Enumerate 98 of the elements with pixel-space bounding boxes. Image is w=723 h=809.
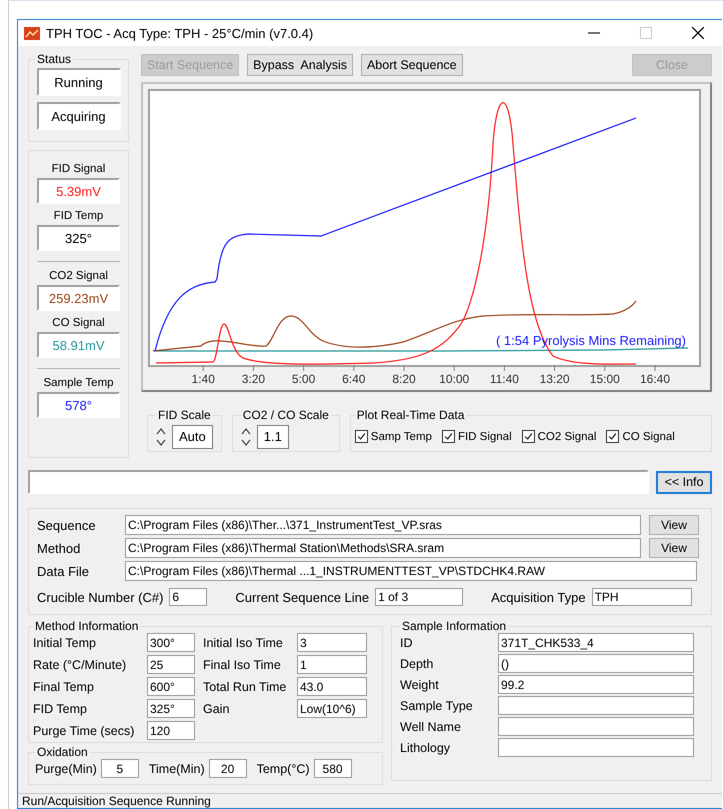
text-field[interactable]: Low(10^6) xyxy=(297,699,367,718)
field-label: Well Name xyxy=(400,720,462,734)
group-label: Method Information xyxy=(34,619,140,633)
signal-value-field: 58.91mV xyxy=(37,332,120,358)
x-tick-label: 11:40 xyxy=(490,372,519,386)
group-label: CO2 / CO Scale xyxy=(242,408,330,422)
window-title: TPH TOC - Acq Type: TPH - 25°C/min (v7.0.4) xyxy=(46,26,314,40)
field-label: Sample Type xyxy=(400,698,474,712)
text-field[interactable]: 25 xyxy=(147,655,195,674)
x-tick-label: 8:20 xyxy=(392,372,416,386)
field-label: Initial Iso Time xyxy=(203,636,284,650)
x-tick-label: 13:20 xyxy=(540,372,570,386)
field-label: Weight xyxy=(400,678,440,692)
checkbox-label[interactable]: CO2 Signal xyxy=(538,430,596,442)
checkbox[interactable] xyxy=(354,430,368,443)
x-tick-label: 16:40 xyxy=(640,372,670,386)
signal-label: FID Signal xyxy=(52,163,106,175)
checkbox[interactable] xyxy=(442,430,455,443)
x-tick-label: 5:00 xyxy=(292,372,316,386)
field-label: Data File xyxy=(37,564,90,578)
field-label: Purge(Min) xyxy=(35,762,97,776)
signal-label: CO2 Signal xyxy=(49,270,108,282)
field-label: Rate (°C/Minute) xyxy=(33,658,128,672)
field-label: Method xyxy=(37,540,82,556)
spinner-icon[interactable] xyxy=(156,426,166,446)
text-field[interactable] xyxy=(498,717,694,736)
field-label: Final Iso Time xyxy=(203,658,282,672)
field-label: Gain xyxy=(203,702,230,716)
text-field[interactable] xyxy=(498,738,694,757)
text-field[interactable]: 325° xyxy=(147,699,195,718)
field-label: FID Temp xyxy=(33,702,88,716)
toolbar-button[interactable]: Bypass Analysis xyxy=(247,54,353,76)
signal-value-field: 578° xyxy=(37,392,120,418)
text-field[interactable]: 580 xyxy=(314,759,352,778)
text-field[interactable]: 3 xyxy=(297,633,367,652)
signal-label: FID Temp xyxy=(54,210,104,222)
info-button[interactable]: << Info xyxy=(656,470,712,494)
path-field[interactable]: C:\Program Files (x86)\Thermal Station\Methods\SRA.sram xyxy=(125,538,641,558)
text-field[interactable]: TPH xyxy=(592,588,692,606)
field-label: Time(Min) xyxy=(148,762,205,776)
path-field[interactable]: C:\Program Files (x86)\Thermal ...1_INSTRUMENTTEST_VP\STDCHK4.RAW xyxy=(125,561,697,581)
x-tick-label: 1:40 xyxy=(192,372,215,386)
field-label: Initial Temp xyxy=(33,636,97,650)
app-icon xyxy=(24,26,40,40)
x-tick-label: 6:40 xyxy=(342,372,366,386)
text-field[interactable]: 1 of 3 xyxy=(375,588,464,606)
checkbox[interactable] xyxy=(606,430,620,443)
field-label: Depth xyxy=(400,656,434,670)
group-label: Plot Real-Time Data xyxy=(356,408,466,422)
signal-value-field: 259.23mV xyxy=(37,285,120,311)
text-field[interactable]: 20 xyxy=(208,759,247,778)
close-icon[interactable] xyxy=(692,27,704,39)
text-field[interactable]: 5 xyxy=(100,759,139,778)
signal-label: CO Signal xyxy=(52,317,105,329)
text-field[interactable]: 6 xyxy=(169,588,208,606)
signal-value-field: 5.39mV xyxy=(37,178,120,204)
status-field: Running xyxy=(36,68,120,96)
status-bar: Run/Acquisition Sequence Running xyxy=(18,793,722,808)
field-label: Temp(°C) xyxy=(256,762,310,776)
field-label: ID xyxy=(400,636,414,650)
checkbox-label[interactable]: FID Signal xyxy=(458,430,512,442)
scale-field[interactable]: 1.1 xyxy=(256,424,289,448)
view-button[interactable]: View xyxy=(649,515,699,535)
group-label: Oxidation xyxy=(36,745,89,759)
text-field[interactable]: 99.2 xyxy=(498,675,694,694)
text-field[interactable]: 371T_CHK533_4 xyxy=(498,633,694,652)
field-label: Final Temp xyxy=(33,680,95,694)
checkbox-label[interactable]: Samp Temp xyxy=(370,430,432,442)
status-field: Acquiring xyxy=(36,102,120,130)
group-label: Sample Information xyxy=(401,619,508,633)
toolbar-button[interactable]: Abort Sequence xyxy=(360,54,463,76)
text-field[interactable] xyxy=(498,696,694,715)
text-field[interactable]: () xyxy=(498,654,694,673)
x-tick-label: 15:00 xyxy=(590,372,620,386)
field-label: Lithology xyxy=(400,740,452,754)
text-field[interactable]: 1 xyxy=(297,655,367,674)
text-field[interactable]: 43.0 xyxy=(297,677,367,696)
spinner-icon[interactable] xyxy=(240,426,251,446)
x-tick-label: 10:00 xyxy=(439,372,470,386)
signal-label: Sample Temp xyxy=(43,377,114,389)
text-field[interactable]: 600° xyxy=(147,677,195,696)
scale-field[interactable]: Auto xyxy=(172,424,213,448)
field-label: Acquisition Type xyxy=(491,590,586,604)
field-label: Purge Time (secs) xyxy=(33,724,136,738)
field-label: Current Sequence Line xyxy=(235,590,370,604)
view-button[interactable]: View xyxy=(649,538,699,558)
group-label: FID Scale xyxy=(157,408,212,422)
field-label: Total Run Time xyxy=(203,680,288,694)
x-tick-label: 3:20 xyxy=(242,372,266,386)
checkbox[interactable] xyxy=(522,430,535,443)
text-field[interactable]: 300° xyxy=(147,633,195,652)
path-field[interactable]: C:\Program Files (x86)\Ther...\371_InstrumentTest_VP.sras xyxy=(125,515,641,535)
field-label: Sequence xyxy=(37,518,97,532)
field-label: Crucible Number (C#) xyxy=(37,590,164,604)
checkbox-label[interactable]: CO Signal xyxy=(622,430,675,442)
signal-value-field: 325° xyxy=(37,225,120,251)
text-field[interactable]: 120 xyxy=(147,721,195,740)
group-label: Status xyxy=(36,52,72,66)
